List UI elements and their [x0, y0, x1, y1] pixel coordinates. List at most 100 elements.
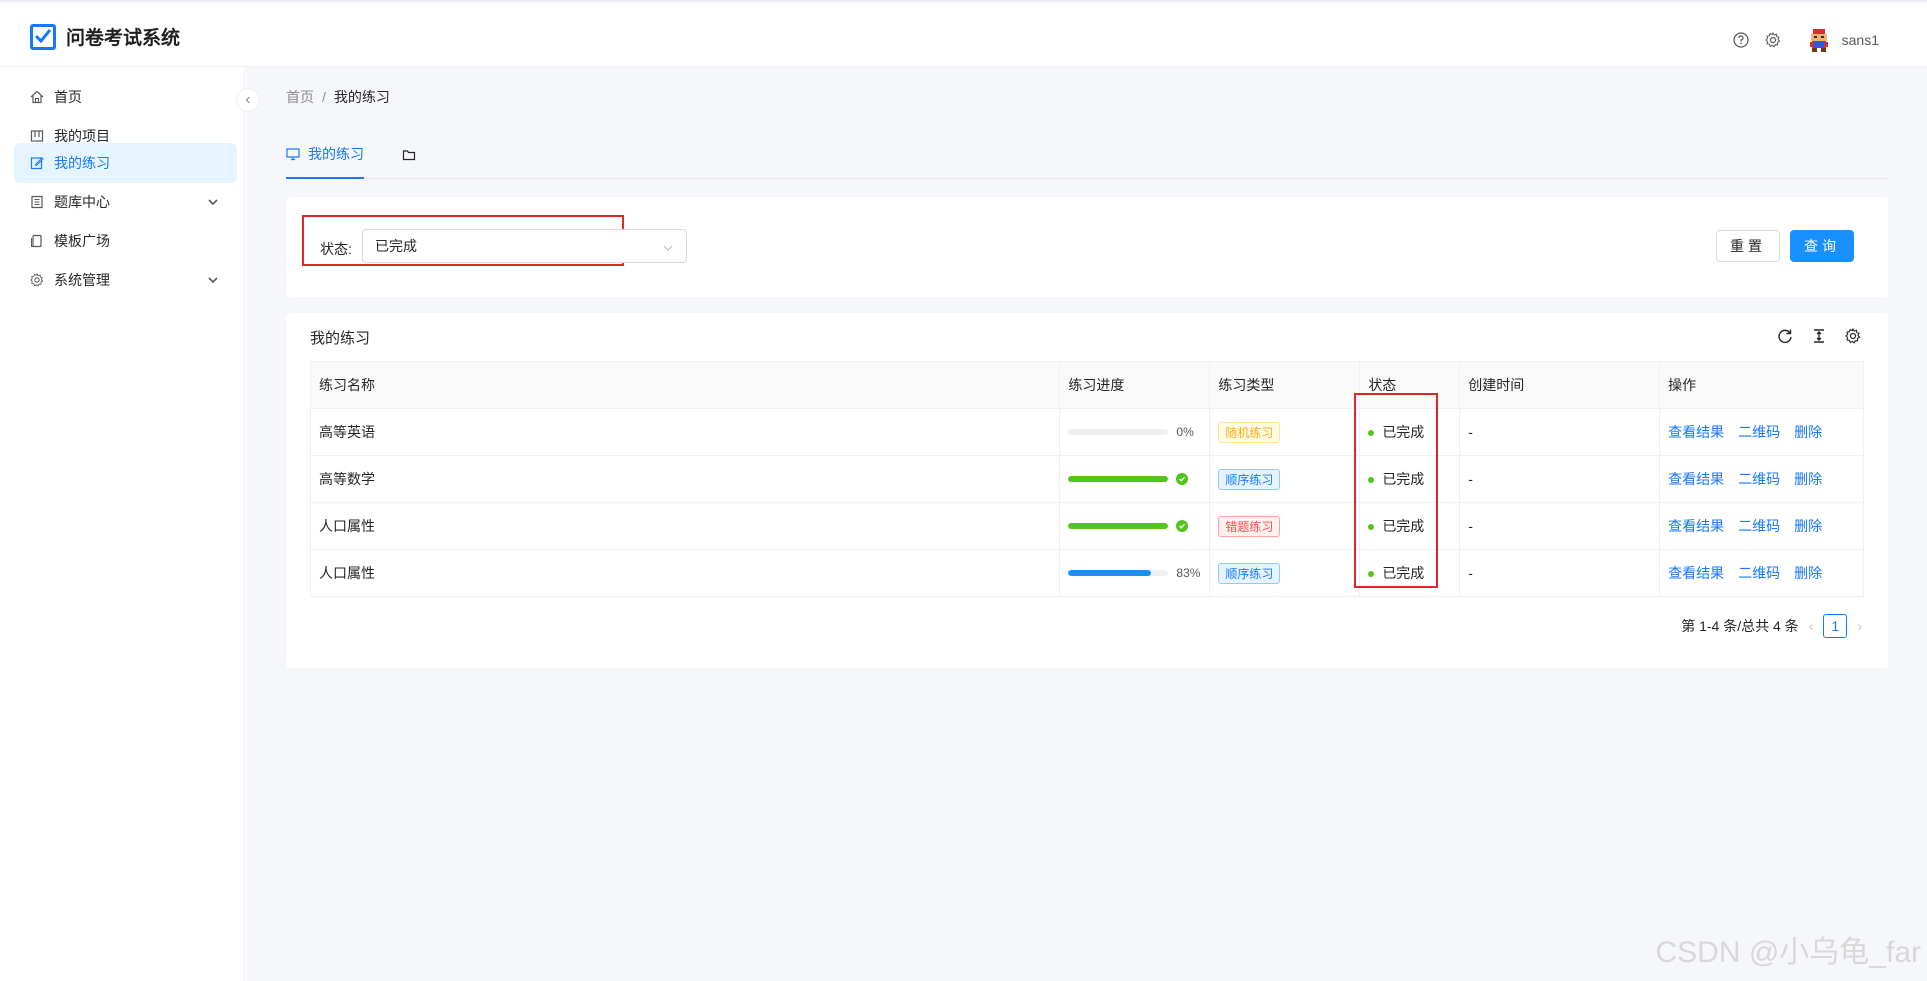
- chevron-left-icon: [245, 96, 250, 104]
- settings-icon[interactable]: [1844, 327, 1862, 345]
- progress-bar: [1068, 473, 1209, 485]
- progress-text: 83%: [1176, 566, 1201, 580]
- progress-text: 0%: [1176, 425, 1194, 439]
- tab-my-practice[interactable]: 我的练习: [286, 131, 364, 179]
- type-tag: 顺序练习: [1218, 468, 1281, 490]
- qrcode-link[interactable]: 二维码: [1738, 565, 1780, 581]
- username[interactable]: sans1: [1842, 32, 1879, 48]
- checkbox-logo-icon: [30, 23, 56, 50]
- table-header-row: 练习名称 练习进度 练习类型 状态 创建时间 操作: [309, 361, 1864, 409]
- table-row: 人口属性 83% 顺序练习 已完成 - 查看结果 二维码 删除: [309, 549, 1864, 597]
- filter-card: 状态: 已完成 重置 查询: [286, 197, 1888, 297]
- main-content: 首页 / 我的练习 我的练习 状态: 已完成 重置 查询 我的练习 练习名称 练…: [246, 67, 1927, 981]
- column-height-icon[interactable]: [1810, 327, 1828, 345]
- column-header: 创建时间: [1459, 361, 1661, 409]
- app-title: 问卷考试系统: [66, 28, 181, 49]
- tab-label: 我的练习: [308, 146, 364, 162]
- help-icon[interactable]: [1732, 31, 1750, 49]
- sidebar-item-my-practice[interactable]: 我的练习: [14, 143, 237, 183]
- qrcode-link[interactable]: 二维码: [1738, 424, 1780, 440]
- type-tag: 顺序练习: [1218, 562, 1281, 584]
- check-circle-icon: [1176, 520, 1189, 532]
- delete-link[interactable]: 删除: [1794, 471, 1822, 487]
- created-time: -: [1459, 455, 1661, 503]
- pagination: 第 1-4 条/总共 4 条 ‹ 1 ›: [1681, 614, 1862, 638]
- created-time: -: [1459, 549, 1661, 597]
- query-button[interactable]: 查询: [1790, 230, 1854, 262]
- tab-bar: 我的练习: [286, 131, 1888, 179]
- table-title: 我的练习: [310, 330, 371, 347]
- type-tag: 随机练习: [1218, 421, 1281, 443]
- user-avatar[interactable]: [1806, 27, 1832, 53]
- practice-name: 人口属性: [309, 502, 1061, 550]
- sidebar-item-label: 模板广场: [54, 233, 110, 249]
- table-toolbar: [1760, 327, 1862, 345]
- sidebar: 首页 我的项目 我的练习 题库中心 模板广场 系统管理: [0, 67, 245, 981]
- app-logo[interactable]: 问卷考试系统: [30, 23, 180, 50]
- column-header: 练习进度: [1059, 361, 1211, 409]
- home-icon: [30, 90, 44, 104]
- sidebar-item-home[interactable]: 首页: [14, 77, 237, 117]
- prev-page-icon[interactable]: ‹: [1809, 618, 1814, 634]
- practice-table: 练习名称 练习进度 练习类型 状态 创建时间 操作 高等英语 0% 随机练习 已…: [309, 361, 1864, 597]
- page-number[interactable]: 1: [1823, 614, 1848, 638]
- breadcrumb-home[interactable]: 首页: [286, 89, 314, 105]
- practice-name: 高等英语: [309, 408, 1061, 456]
- table-row: 高等英语 0% 随机练习 已完成 - 查看结果 二维码 删除: [309, 408, 1864, 456]
- folder-icon: [402, 148, 416, 162]
- pagination-summary: 第 1-4 条/总共 4 条: [1681, 618, 1799, 634]
- sidebar-item-label: 题库中心: [54, 194, 110, 210]
- edit-icon: [30, 156, 44, 170]
- qrcode-link[interactable]: 二维码: [1738, 518, 1780, 534]
- practice-name: 高等数学: [309, 455, 1061, 503]
- view-result-link[interactable]: 查看结果: [1668, 565, 1724, 581]
- next-page-icon[interactable]: ›: [1857, 618, 1862, 634]
- book-icon: [30, 195, 44, 209]
- view-result-link[interactable]: 查看结果: [1668, 424, 1724, 440]
- breadcrumb-current: 我的练习: [333, 89, 390, 105]
- chevron-down-icon: [207, 195, 219, 211]
- watermark: CSDN @小乌龟_far: [1655, 936, 1922, 969]
- practice-table-card: 我的练习 练习名称 练习进度 练习类型 状态 创建时间 操作 高等英语 0% 随…: [286, 313, 1888, 668]
- settings-icon[interactable]: [1764, 31, 1782, 49]
- type-tag: 错题练习: [1218, 515, 1281, 537]
- column-header: 练习名称: [309, 361, 1061, 409]
- view-result-link[interactable]: 查看结果: [1668, 518, 1724, 534]
- tab-folder[interactable]: [402, 131, 416, 179]
- created-time: -: [1459, 502, 1661, 550]
- app-header: 问卷考试系统 sans1: [0, 2, 1927, 67]
- sidebar-item-system-admin[interactable]: 系统管理: [14, 260, 237, 300]
- delete-link[interactable]: 删除: [1794, 518, 1822, 534]
- practice-name: 人口属性: [309, 549, 1061, 597]
- check-circle-icon: [1176, 473, 1189, 485]
- progress-bar: 0%: [1068, 425, 1209, 439]
- gear-icon: [30, 273, 44, 287]
- breadcrumb: 首页 / 我的练习: [286, 87, 390, 107]
- chevron-down-icon: [662, 241, 674, 257]
- status-select-value: 已完成: [375, 238, 417, 254]
- created-time: -: [1459, 408, 1661, 456]
- qrcode-link[interactable]: 二维码: [1738, 471, 1780, 487]
- column-header: 操作: [1659, 361, 1864, 409]
- desktop-icon: [286, 147, 300, 161]
- status-highlight-box: [1354, 393, 1438, 588]
- sidebar-item-question-bank[interactable]: 题库中心: [14, 182, 237, 222]
- chevron-down-icon: [207, 273, 219, 289]
- reload-icon[interactable]: [1776, 327, 1794, 345]
- breadcrumb-separator: /: [322, 89, 326, 105]
- status-filter-label: 状态:: [320, 241, 352, 257]
- view-result-link[interactable]: 查看结果: [1668, 471, 1724, 487]
- sidebar-item-label: 我的练习: [54, 155, 110, 171]
- status-select[interactable]: 已完成: [362, 229, 687, 263]
- progress-bar: 83%: [1068, 566, 1209, 580]
- delete-link[interactable]: 删除: [1794, 565, 1822, 581]
- sidebar-item-label: 首页: [54, 89, 82, 105]
- delete-link[interactable]: 删除: [1794, 424, 1822, 440]
- table-row: 高等数学 顺序练习 已完成 - 查看结果 二维码 删除: [309, 455, 1864, 503]
- column-header: 练习类型: [1209, 361, 1361, 409]
- sidebar-item-template-plaza[interactable]: 模板广场: [14, 221, 237, 261]
- reset-button[interactable]: 重置: [1716, 230, 1780, 262]
- template-icon: [30, 234, 44, 248]
- project-icon: [30, 129, 44, 143]
- sidebar-collapse-button[interactable]: [236, 88, 260, 112]
